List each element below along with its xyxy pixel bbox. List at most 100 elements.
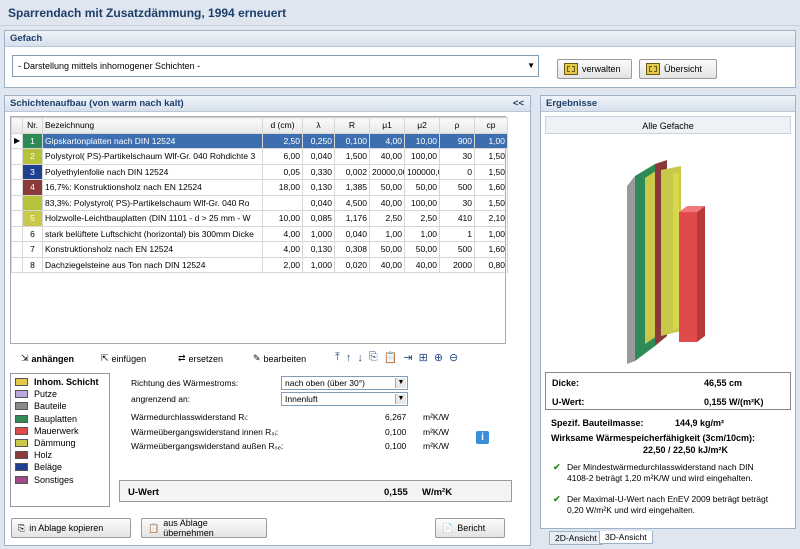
cell-nr[interactable]: 4: [22, 179, 43, 196]
col-mu2[interactable]: μ2: [404, 117, 440, 134]
cell-rho[interactable]: 1: [439, 225, 475, 242]
cell-m1[interactable]: 1,00: [369, 225, 405, 242]
col-rho[interactable]: ρ: [439, 117, 475, 134]
move-top-icon[interactable]: ⤒: [335, 351, 340, 364]
move-up-icon[interactable]: ↑: [346, 352, 352, 364]
cell-m2[interactable]: 2,50: [404, 210, 440, 227]
cell-d[interactable]: [262, 194, 303, 211]
cell-d[interactable]: 0,05: [262, 163, 303, 180]
cell-l[interactable]: 1,000: [302, 256, 335, 273]
info-icon[interactable]: i: [476, 431, 489, 444]
angrenzend-select[interactable]: Innenluft ▼: [281, 392, 408, 406]
col-cp[interactable]: cp: [474, 117, 508, 134]
cell-m1[interactable]: 2,50: [369, 210, 405, 227]
table-row[interactable]: 6 stark belüftete Luftschicht (horizontal…: [11, 225, 508, 242]
cell-name[interactable]: 83,3%: Polystyrol( PS)-Partikelschaum Wl…: [42, 194, 263, 211]
cell-m1[interactable]: 40,00: [369, 148, 405, 165]
cell-d[interactable]: 6,00: [262, 148, 303, 165]
move-down-icon[interactable]: ↓: [357, 352, 363, 364]
cell-l[interactable]: 0,130: [302, 179, 335, 196]
cell-nr[interactable]: [22, 194, 43, 211]
cell-name[interactable]: Polystyrol( PS)-Partikelschaum Wlf-Gr. 0…: [42, 148, 263, 165]
cell-m2[interactable]: 100,00: [404, 194, 440, 211]
cell-rho[interactable]: 500: [439, 241, 475, 258]
cell-m2[interactable]: 100,00: [404, 148, 440, 165]
cell-d[interactable]: 2,00: [262, 256, 303, 273]
einfuegen-button[interactable]: ⇱ einfügen: [101, 353, 146, 364]
cell-r[interactable]: 4,500: [334, 194, 370, 211]
cell-name[interactable]: Polyethylenfolie nach DIN 12524: [42, 163, 263, 180]
cell-rho[interactable]: 30: [439, 148, 475, 165]
table-row[interactable]: 7 Konstruktionsholz nach EN 12524 4,00 0,13…: [11, 241, 508, 258]
cell-r[interactable]: 1,176: [334, 210, 370, 227]
cell-d[interactable]: 10,00: [262, 210, 303, 227]
cell-m2[interactable]: 50,00: [404, 241, 440, 258]
cell-name[interactable]: Dachziegelsteine aus Ton nach DIN 12524: [42, 256, 263, 273]
ersetzen-button[interactable]: ⇄ ersetzen: [178, 353, 223, 364]
cell-nr[interactable]: 1: [22, 132, 43, 149]
cell-name[interactable]: Konstruktionsholz nach EN 12524: [42, 241, 263, 258]
cell-rho[interactable]: 900: [439, 132, 475, 149]
cell-name[interactable]: 16,7%: Konstruktionsholz nach EN 12524: [42, 179, 263, 196]
cell-r[interactable]: 1,500: [334, 148, 370, 165]
cell-name[interactable]: Gipskartonplatten nach DIN 12524: [42, 132, 263, 149]
table-row[interactable]: 2 Polystyrol( PS)-Partikelschaum Wlf-Gr. …: [11, 148, 508, 165]
verwalten-button[interactable]: verwalten: [557, 59, 632, 79]
cell-r[interactable]: 0,002: [334, 163, 370, 180]
cell-nr[interactable]: 5: [22, 210, 43, 227]
col-r[interactable]: R: [334, 117, 370, 134]
kopieren-button[interactable]: ⎘ in Ablage kopieren: [11, 518, 131, 538]
cell-r[interactable]: 0,100: [334, 132, 370, 149]
cell-cp[interactable]: 1,60: [474, 241, 508, 258]
cell-cp[interactable]: 1,50: [474, 148, 508, 165]
cell-d[interactable]: 4,00: [262, 225, 303, 242]
cell-m2[interactable]: 100000,00: [404, 163, 440, 180]
cell-m1[interactable]: 4,00: [369, 132, 405, 149]
cell-l[interactable]: 0,040: [302, 148, 335, 165]
cell-m2[interactable]: 50,00: [404, 179, 440, 196]
cell-cp[interactable]: 1,00: [474, 132, 508, 149]
cell-l[interactable]: 1,000: [302, 225, 335, 242]
collapse-button[interactable]: <<: [513, 98, 524, 109]
cell-r[interactable]: 0,020: [334, 256, 370, 273]
cell-rho[interactable]: 0: [439, 163, 475, 180]
anhaengen-button[interactable]: ⇲ anhängen: [21, 353, 74, 364]
cell-nr[interactable]: 3: [22, 163, 43, 180]
cell-l[interactable]: 0,040: [302, 194, 335, 211]
cell-d[interactable]: 18,00: [262, 179, 303, 196]
table-row[interactable]: 83,3%: Polystyrol( PS)-Partikelschaum Wl…: [11, 194, 508, 211]
table-row[interactable]: 3 Polyethylenfolie nach DIN 12524 0,05 0,33…: [11, 163, 508, 180]
cell-rho[interactable]: 2000: [439, 256, 475, 273]
cell-r[interactable]: 0,308: [334, 241, 370, 258]
zoom-in-icon[interactable]: ⊕: [434, 351, 443, 364]
bearbeiten-button[interactable]: ✎ bearbeiten: [253, 353, 306, 364]
cell-rho[interactable]: 500: [439, 179, 475, 196]
cell-nr[interactable]: 2: [22, 148, 43, 165]
bericht-button[interactable]: 📄 Bericht: [435, 518, 505, 538]
col-d[interactable]: d (cm): [262, 117, 303, 134]
table-row[interactable]: ▶ 1 Gipskartonplatten nach DIN 12524 2,50 0,…: [11, 132, 508, 149]
cell-m1[interactable]: 20000,00: [369, 163, 405, 180]
cell-rho[interactable]: 30: [439, 194, 475, 211]
cell-m2[interactable]: 10,00: [404, 132, 440, 149]
cell-l[interactable]: 0,330: [302, 163, 335, 180]
cell-nr[interactable]: 6: [22, 225, 43, 242]
cell-l[interactable]: 0,085: [302, 210, 335, 227]
gefach-dropdown[interactable]: - Darstellung mittels inhomogener Schich…: [12, 55, 539, 77]
cell-cp[interactable]: 0,80: [474, 256, 508, 273]
cell-cp[interactable]: 1,50: [474, 194, 508, 211]
cell-r[interactable]: 1,385: [334, 179, 370, 196]
cell-cp[interactable]: 1,00: [474, 225, 508, 242]
cell-m1[interactable]: 50,00: [369, 241, 405, 258]
add-row-icon[interactable]: ⊞: [419, 351, 428, 364]
tab-3d-ansicht[interactable]: 3D-Ansicht: [599, 531, 653, 544]
cell-cp[interactable]: 1,50: [474, 163, 508, 180]
uebersicht-button[interactable]: Übersicht: [639, 59, 717, 79]
cell-m1[interactable]: 40,00: [369, 256, 405, 273]
col-bezeichnung[interactable]: Bezeichnung: [42, 117, 263, 134]
export-icon[interactable]: ⇥: [403, 351, 412, 364]
col-nr[interactable]: Nr.: [22, 117, 43, 134]
cell-m1[interactable]: 50,00: [369, 179, 405, 196]
richtung-select[interactable]: nach oben (über 30°) ▼: [281, 376, 408, 390]
paste-icon[interactable]: 📋: [384, 351, 398, 364]
